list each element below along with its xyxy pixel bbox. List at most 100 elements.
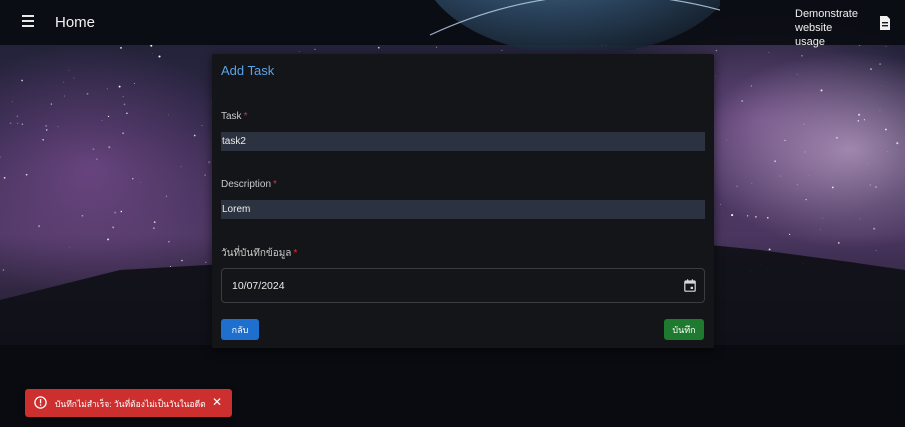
- star: [601, 45, 603, 47]
- star: [741, 99, 744, 103]
- description-input[interactable]: Lorem: [221, 200, 705, 219]
- star: [835, 136, 838, 139]
- city-light: [188, 367, 191, 370]
- menu-icon[interactable]: [22, 15, 40, 29]
- required-mark: *: [293, 248, 298, 259]
- star: [731, 214, 734, 217]
- star: [774, 160, 777, 163]
- star: [122, 95, 124, 98]
- star: [152, 53, 153, 54]
- demonstrate-usage-link[interactable]: Demonstrate website usage: [795, 7, 865, 49]
- star: [3, 176, 6, 179]
- city-light: [827, 401, 829, 403]
- star: [875, 186, 877, 188]
- city-light: [578, 407, 580, 409]
- calendar-icon[interactable]: [684, 279, 696, 292]
- date-input[interactable]: 10/07/2024: [221, 268, 705, 303]
- star: [208, 161, 211, 164]
- save-button[interactable]: บันทึก: [664, 319, 704, 340]
- star: [122, 132, 125, 135]
- star: [801, 54, 803, 57]
- star: [169, 266, 171, 268]
- star: [153, 271, 155, 273]
- city-light: [371, 409, 373, 411]
- document-icon[interactable]: [878, 15, 892, 31]
- star: [869, 184, 871, 186]
- city-light: [646, 355, 649, 357]
- star: [435, 46, 437, 48]
- city-light: [288, 418, 290, 420]
- star: [92, 148, 95, 151]
- star: [205, 261, 207, 263]
- city-light: [383, 351, 386, 353]
- star: [726, 139, 727, 141]
- city-light: [865, 423, 867, 425]
- city-light: [252, 360, 255, 363]
- star: [46, 129, 48, 131]
- star: [112, 226, 115, 229]
- city-light: [514, 363, 516, 365]
- star: [736, 185, 738, 188]
- star: [879, 110, 881, 112]
- city-light: [517, 418, 519, 421]
- star: [837, 242, 840, 244]
- city-light: [121, 368, 123, 371]
- star: [153, 227, 155, 229]
- star: [883, 270, 885, 272]
- star: [870, 68, 872, 70]
- star: [96, 158, 98, 160]
- star: [133, 82, 135, 85]
- star: [873, 227, 876, 230]
- star: [796, 74, 798, 76]
- star: [180, 165, 182, 167]
- star: [126, 112, 128, 115]
- close-icon[interactable]: ✕: [212, 395, 222, 409]
- city-light: [435, 410, 437, 412]
- star: [820, 89, 823, 92]
- star: [768, 248, 771, 251]
- star: [68, 69, 70, 71]
- star: [720, 203, 721, 205]
- star: [605, 45, 607, 47]
- star: [759, 263, 762, 266]
- planet-graphic: [429, 0, 720, 50]
- star: [819, 228, 821, 230]
- city-light: [575, 405, 577, 407]
- back-button[interactable]: กลับ: [221, 319, 259, 340]
- star: [501, 49, 503, 52]
- star: [193, 134, 196, 137]
- city-light: [717, 350, 719, 352]
- star: [38, 225, 41, 228]
- star: [107, 115, 110, 118]
- star: [123, 103, 126, 106]
- city-light: [172, 370, 174, 372]
- star: [863, 119, 866, 121]
- star: [2, 269, 5, 271]
- city-light: [174, 352, 177, 354]
- date-label-text: วันที่บันทึกข้อมูล: [221, 248, 292, 259]
- city-light: [243, 423, 245, 425]
- star: [796, 184, 798, 186]
- page-title: Home: [55, 14, 96, 31]
- city-light: [233, 357, 236, 359]
- star: [875, 250, 877, 251]
- city-light: [278, 406, 281, 409]
- star: [158, 55, 161, 58]
- star: [165, 195, 167, 197]
- star: [751, 182, 753, 184]
- star: [17, 122, 19, 124]
- city-light: [1, 411, 3, 414]
- star: [779, 175, 781, 177]
- task-input[interactable]: task2: [221, 132, 705, 151]
- star: [637, 48, 638, 49]
- error-icon: [34, 396, 47, 409]
- city-light: [886, 388, 889, 390]
- star: [788, 233, 791, 236]
- error-toast: บันทึกไม่สำเร็จ: วันที่ต้องไม่เป็นวันในอ…: [25, 389, 232, 417]
- star: [107, 238, 110, 241]
- city-light: [97, 422, 100, 424]
- star: [859, 218, 861, 220]
- star: [805, 199, 807, 201]
- star: [784, 139, 786, 141]
- city-light: [103, 365, 105, 368]
